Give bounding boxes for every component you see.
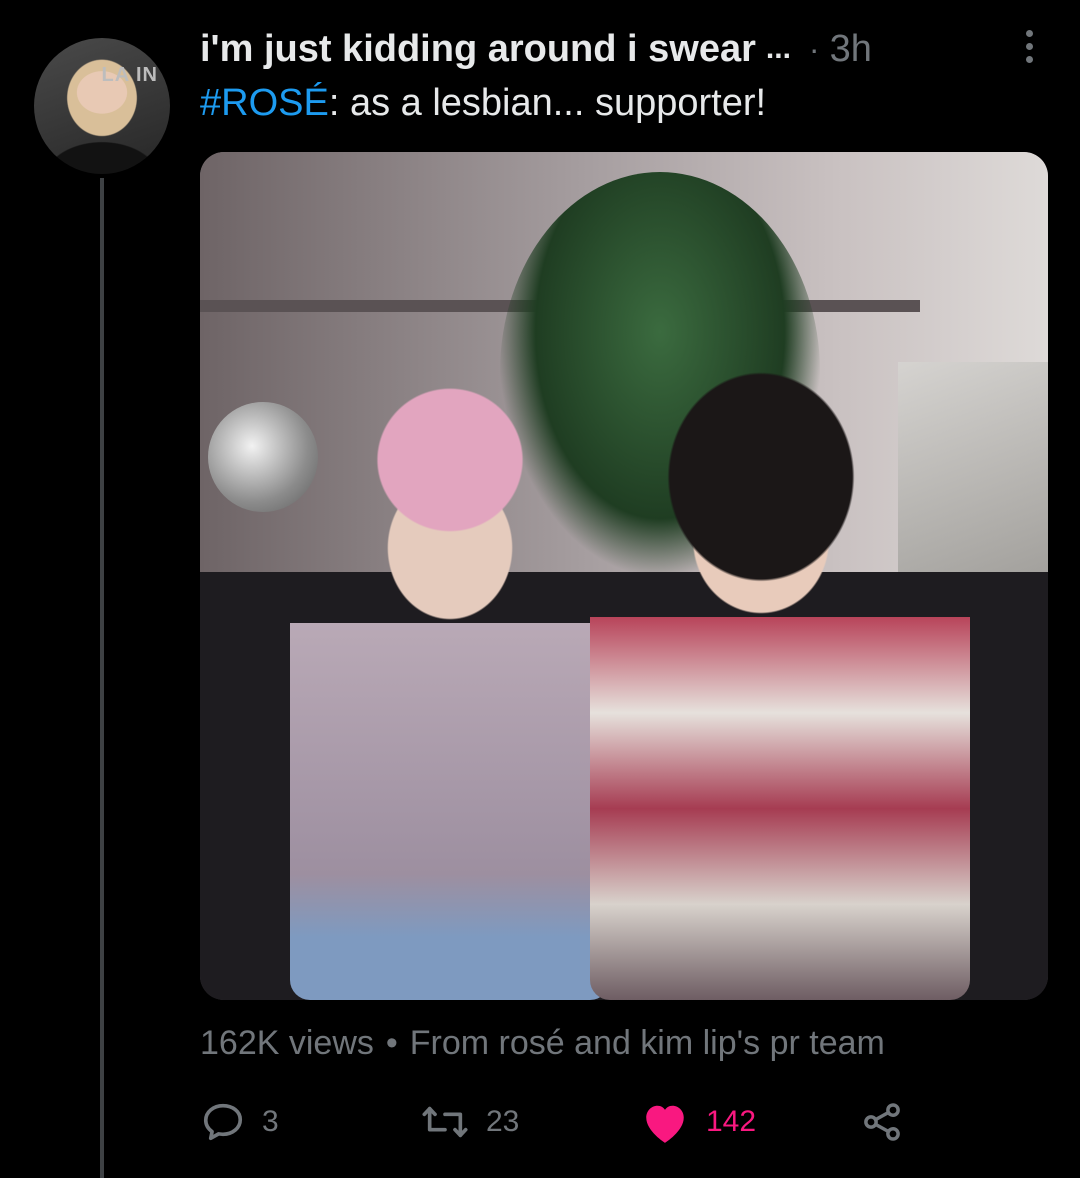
reply-button[interactable]: 3 <box>200 1096 279 1148</box>
media-meta: 162K views • From rosé and kim lip's pr te… <box>200 1024 885 1063</box>
share-icon <box>864 1103 900 1141</box>
separator-dot: · <box>808 30 820 67</box>
more-vertical-icon[interactable] <box>1022 30 1036 68</box>
avatar-brand-text: LA IN <box>101 64 158 86</box>
tweet-header: i'm just kidding around i swear ... · 3h <box>200 22 1040 76</box>
meta-separator: • <box>385 1024 398 1062</box>
avatar[interactable]: LA IN <box>34 38 170 174</box>
thread-line <box>100 178 104 1178</box>
name-ellipsis: ... <box>765 32 791 65</box>
like-count: 142 <box>706 1105 757 1138</box>
tweet-video[interactable] <box>200 152 1048 1000</box>
tweet-body-text: : as a lesbian... supporter! <box>328 82 767 124</box>
view-count: 162K views <box>200 1024 374 1062</box>
reply-icon <box>203 1103 243 1141</box>
display-name[interactable]: i'm just kidding around i swear <box>200 28 756 71</box>
like-button[interactable]: 142 <box>640 1096 756 1148</box>
video-person-right <box>590 362 970 1000</box>
retweet-button[interactable]: 23 <box>420 1096 519 1148</box>
hashtag-link[interactable]: #ROSÉ <box>200 82 329 124</box>
media-source[interactable]: From rosé and kim lip's pr team <box>410 1024 885 1062</box>
heart-icon <box>646 1105 684 1143</box>
share-button[interactable] <box>860 1096 904 1148</box>
tweet-text: #ROSÉ: as a lesbian... supporter! <box>200 82 766 125</box>
video-person-left <box>290 372 610 1000</box>
reply-count: 3 <box>262 1105 279 1138</box>
retweet-count: 23 <box>486 1105 520 1138</box>
action-bar: 3 23 142 <box>200 1096 1040 1148</box>
timestamp[interactable]: 3h <box>830 28 872 71</box>
retweet-icon <box>422 1106 468 1138</box>
